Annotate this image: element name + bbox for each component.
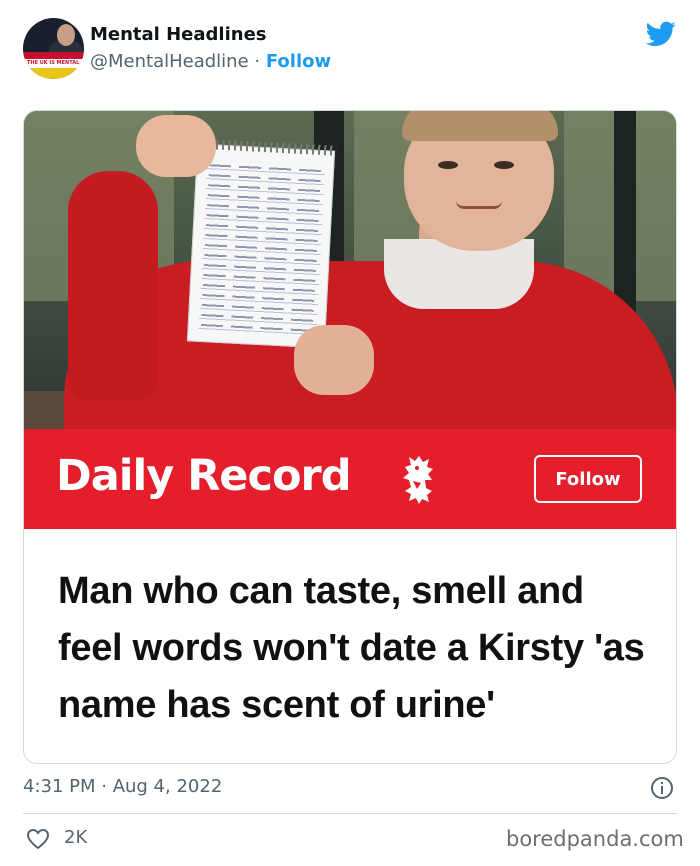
footer-divider	[23, 813, 677, 814]
tweet: THE UK IS MENTAL Mental Headlines @Menta…	[0, 0, 700, 866]
author-handle[interactable]: @MentalHeadline	[90, 51, 249, 72]
watermark: boredpanda.com	[506, 827, 684, 851]
publisher-logo: Daily Record	[56, 451, 351, 501]
avatar-caption: THE UK IS MENTAL	[27, 60, 80, 66]
article-photo	[24, 111, 676, 429]
link-card[interactable]: Daily Record Follow Man who can taste, s…	[23, 110, 677, 764]
heart-icon[interactable]	[26, 828, 50, 850]
lion-crest-icon	[403, 456, 433, 504]
like-count[interactable]: 2K	[64, 827, 87, 848]
publisher-follow-button[interactable]: Follow	[534, 455, 642, 503]
author-handle-row: @MentalHeadline · Follow	[90, 51, 331, 72]
publisher-banner: Daily Record Follow	[24, 429, 676, 529]
article-headline[interactable]: Man who can taste, smell and feel words …	[58, 563, 658, 734]
twitter-bird-icon[interactable]	[646, 21, 676, 47]
author-display-name[interactable]: Mental Headlines	[90, 24, 267, 45]
follow-link[interactable]: Follow	[266, 51, 331, 72]
avatar[interactable]: THE UK IS MENTAL	[23, 18, 84, 79]
handle-separator: ·	[254, 51, 261, 72]
tweet-timestamp[interactable]: 4:31 PM · Aug 4, 2022	[23, 776, 222, 797]
info-icon[interactable]	[650, 776, 674, 800]
notepad	[186, 138, 337, 349]
